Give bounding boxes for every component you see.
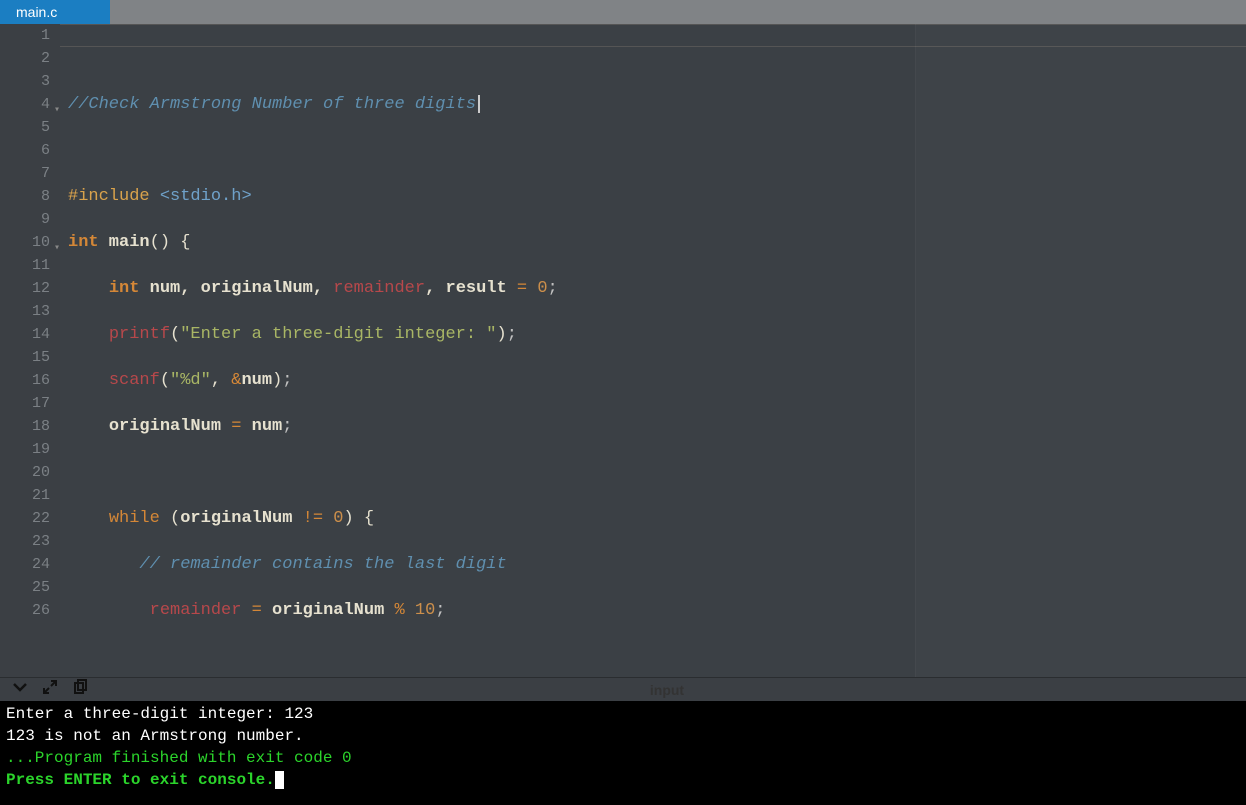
line-number: 10▾	[0, 231, 50, 254]
code-line: originalNum = num;	[68, 415, 1246, 438]
tab-bar: main.c	[0, 0, 1246, 24]
line-number: 17	[0, 392, 50, 415]
line-number: 16	[0, 369, 50, 392]
line-number: 9	[0, 208, 50, 231]
line-number: 3	[0, 70, 50, 93]
console-input-label: input	[88, 682, 1246, 698]
line-number: 8	[0, 185, 50, 208]
line-number: 5	[0, 116, 50, 139]
line-number: 25	[0, 576, 50, 599]
code-line: scanf("%d", &num);	[68, 369, 1246, 392]
console-line: 123 is not an Armstrong number.	[6, 725, 1240, 747]
text-cursor	[478, 95, 480, 113]
line-number: 22	[0, 507, 50, 530]
line-number: 20	[0, 461, 50, 484]
code-line	[68, 139, 1246, 162]
line-number: 7	[0, 162, 50, 185]
line-number: 15	[0, 346, 50, 369]
copy-icon[interactable]	[72, 679, 88, 700]
console-line: ...Program finished with exit code 0	[6, 747, 1240, 769]
code-line: printf("Enter a three-digit integer: ");	[68, 323, 1246, 346]
print-margin	[915, 24, 1246, 677]
line-number: 11	[0, 254, 50, 277]
active-line-highlight	[60, 24, 1246, 47]
line-number: 23	[0, 530, 50, 553]
console-cursor	[275, 771, 284, 789]
code-line: int main() {	[68, 231, 1246, 254]
console-line: Press ENTER to exit console.	[6, 769, 1240, 791]
expand-icon[interactable]	[42, 679, 58, 700]
line-number: 6	[0, 139, 50, 162]
line-number: 4▾	[0, 93, 50, 116]
line-number: 2	[0, 47, 50, 70]
console-line: Enter a three-digit integer: 123	[6, 703, 1240, 725]
tab-main-c[interactable]: main.c	[0, 0, 110, 24]
code-line: #include <stdio.h>	[68, 185, 1246, 208]
line-number: 1	[0, 24, 50, 47]
code-line	[68, 645, 1246, 668]
line-number: 24	[0, 553, 50, 576]
code-line	[68, 461, 1246, 484]
line-number: 12	[0, 277, 50, 300]
code-line: // remainder contains the last digit	[68, 553, 1246, 576]
code-editor[interactable]: //Check Armstrong Number of three digits…	[60, 24, 1246, 677]
tab-label: main.c	[16, 4, 57, 20]
line-number: 26	[0, 599, 50, 622]
line-number: 19	[0, 438, 50, 461]
line-number: 14	[0, 323, 50, 346]
code-line: remainder = originalNum % 10;	[68, 599, 1246, 622]
chevron-down-icon[interactable]	[12, 679, 28, 700]
editor-area: 1 2 3 4▾ 5 6 7 8 9 10▾ 11 12 13 14 15 16…	[0, 24, 1246, 677]
line-gutter: 1 2 3 4▾ 5 6 7 8 9 10▾ 11 12 13 14 15 16…	[0, 24, 60, 677]
line-number: 21	[0, 484, 50, 507]
line-number: 18	[0, 415, 50, 438]
code-line: int num, originalNum, remainder, result …	[68, 277, 1246, 300]
console-output[interactable]: Enter a three-digit integer: 123 123 is …	[0, 701, 1246, 805]
code-line: while (originalNum != 0) {	[68, 507, 1246, 530]
line-number: 13	[0, 300, 50, 323]
code-line: //Check Armstrong Number of three digits	[68, 93, 1246, 116]
console-toolbar: input	[0, 677, 1246, 701]
